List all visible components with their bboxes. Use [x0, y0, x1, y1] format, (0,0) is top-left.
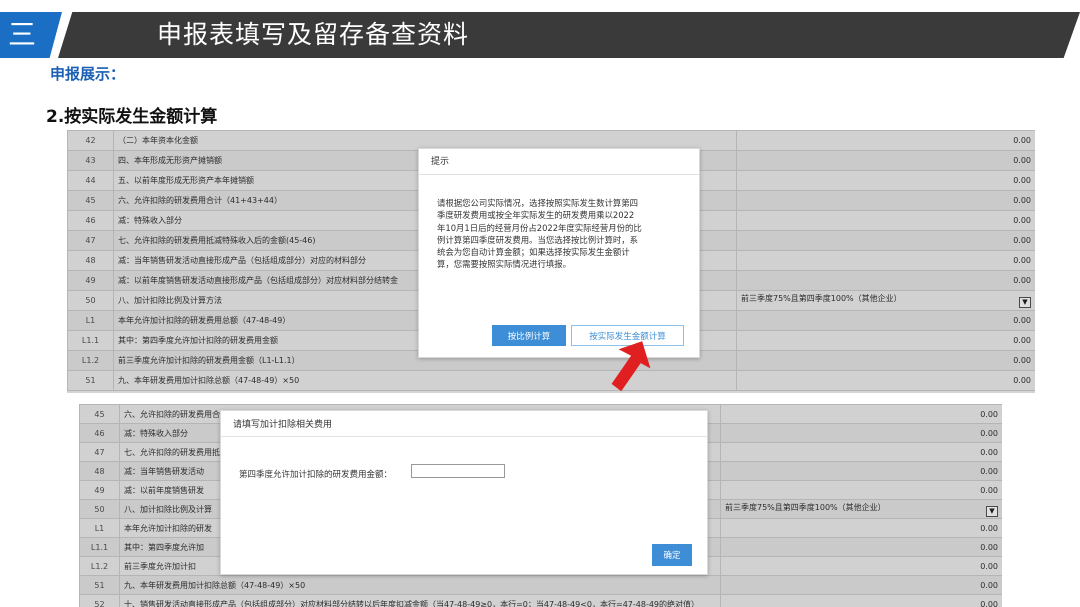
row-value: 0.00: [736, 310, 1035, 331]
chevron-down-icon[interactable]: ▼: [1019, 297, 1031, 308]
section-title: 2.按实际发生金额计算: [46, 107, 218, 127]
row-value: 0.00: [720, 423, 1002, 443]
row-value: 0.00: [736, 330, 1035, 351]
row-number: 51: [67, 370, 114, 391]
row-value: 0.00: [736, 250, 1035, 271]
table-row: 51 九、本年研发费用加计扣除总额（47-48-49）×50 0.00: [67, 370, 1035, 391]
dialog-title: 请填写加计扣除相关费用: [221, 411, 707, 437]
row-value: 0.00: [720, 594, 1002, 607]
q4-rd-expense-input[interactable]: [411, 464, 505, 478]
row-number: 45: [79, 404, 120, 424]
row-value: 0.00: [736, 370, 1035, 391]
row-number: 43: [67, 150, 114, 171]
row-value: 0.00: [720, 537, 1002, 557]
row-value: 0.00: [736, 190, 1035, 211]
screenshot-ratio-prompt: 42 （二）本年资本化金额 0.00 43 四、本年形成无形资产摊销额 0.00 44 五、以…: [67, 130, 1035, 393]
row-number: L1: [79, 518, 120, 538]
section-number-badge: 三: [0, 12, 62, 58]
row-value: 0.00: [720, 442, 1002, 462]
row-number: 46: [67, 210, 114, 231]
row-value: 0.00: [736, 350, 1035, 371]
row-value: 0.00: [736, 270, 1035, 291]
row-number: 47: [67, 230, 114, 251]
slide: 三 申报表填写及留存备查资料 申报展示： 2.按实际发生金额计算 42 （二）本年…: [0, 0, 1080, 607]
row-number: 42: [67, 130, 114, 151]
prompt-dialog: 提示 请根据您公司实际情况，选择按照实际发生数计算第四 季度研发费用或按全年实际…: [418, 148, 700, 358]
row-value: 0.00: [720, 518, 1002, 538]
row-number: 49: [67, 270, 114, 291]
confirm-button[interactable]: 确定: [652, 544, 692, 566]
row-label: 十、销售研发活动直接形成产品（包括组成部分）对应材料部分结转以后年度扣减金额（当…: [119, 594, 721, 607]
row-number: L1: [67, 310, 114, 331]
table-row: 51 九、本年研发费用加计扣除总额（47-48-49）×50 0.00: [79, 575, 1002, 595]
row-number: L1.1: [67, 330, 114, 351]
row-number: L1.1: [79, 537, 120, 557]
row-value: 0.00: [736, 230, 1035, 251]
row-value: 0.00: [720, 575, 1002, 595]
row-value: 0.00: [720, 480, 1002, 500]
row-number: 48: [79, 461, 120, 481]
row-number: L1.2: [79, 556, 120, 576]
row-number: 51: [79, 575, 120, 595]
row-number: 46: [79, 423, 120, 443]
row-value: 0.00: [736, 170, 1035, 191]
calc-method-value: 前三季度75%且第四季度100%（其他企业）: [741, 294, 902, 303]
row-number: 44: [67, 170, 114, 191]
table-row: 52 十、销售研发活动直接形成产品（包括组成部分）对应材料部分结转以后年度扣减金额…: [79, 594, 1002, 607]
amount-field-label: 第四季度允许加计扣除的研发费用金额：: [239, 470, 393, 480]
row-value: 0.00: [720, 556, 1002, 576]
calc-method-select[interactable]: ▼ 前三季度75%且第四季度100%（其他企业）: [736, 290, 1035, 311]
red-arrow-icon: [611, 341, 651, 392]
row-value: 0.00: [720, 461, 1002, 481]
calc-method-value: 前三季度75%且第四季度100%（其他企业）: [725, 502, 886, 512]
row-value: 0.00: [736, 210, 1035, 231]
row-number: L1.2: [67, 350, 114, 371]
row-number: 47: [79, 442, 120, 462]
dialog-message: 请根据您公司实际情况，选择按照实际发生数计算第四 季度研发费用或按全年实际发生的…: [437, 198, 642, 270]
row-number: 52: [79, 594, 120, 607]
row-number: 45: [67, 190, 114, 211]
fill-amount-dialog: 请填写加计扣除相关费用 第四季度允许加计扣除的研发费用金额： 确定: [220, 410, 708, 575]
row-number: 48: [67, 250, 114, 271]
slide-title: 申报表填写及留存备查资料: [157, 20, 470, 49]
ratio-calc-button[interactable]: 按比例计算: [492, 325, 566, 346]
row-label: 九、本年研发费用加计扣除总额（47-48-49）×50: [119, 575, 721, 595]
subheading: 申报展示：: [50, 65, 126, 83]
row-number: 49: [79, 480, 120, 500]
row-value: 0.00: [720, 404, 1002, 424]
calc-method-select[interactable]: ▼ 前三季度75%且第四季度100%（其他企业）: [720, 499, 1002, 519]
section-number: 三: [8, 18, 37, 51]
row-value: 0.00: [736, 150, 1035, 171]
row-number: 50: [79, 499, 120, 519]
row-number: 50: [67, 290, 114, 311]
chevron-down-icon[interactable]: ▼: [986, 505, 998, 517]
screenshot-fill-amount: 45 六、允许扣除的研发费用合 0.00 46 减：特殊收入部分 0.00 47 七、允许扣除…: [79, 404, 1002, 607]
row-value: 0.00: [736, 130, 1035, 151]
dialog-title: 提示: [419, 149, 699, 175]
